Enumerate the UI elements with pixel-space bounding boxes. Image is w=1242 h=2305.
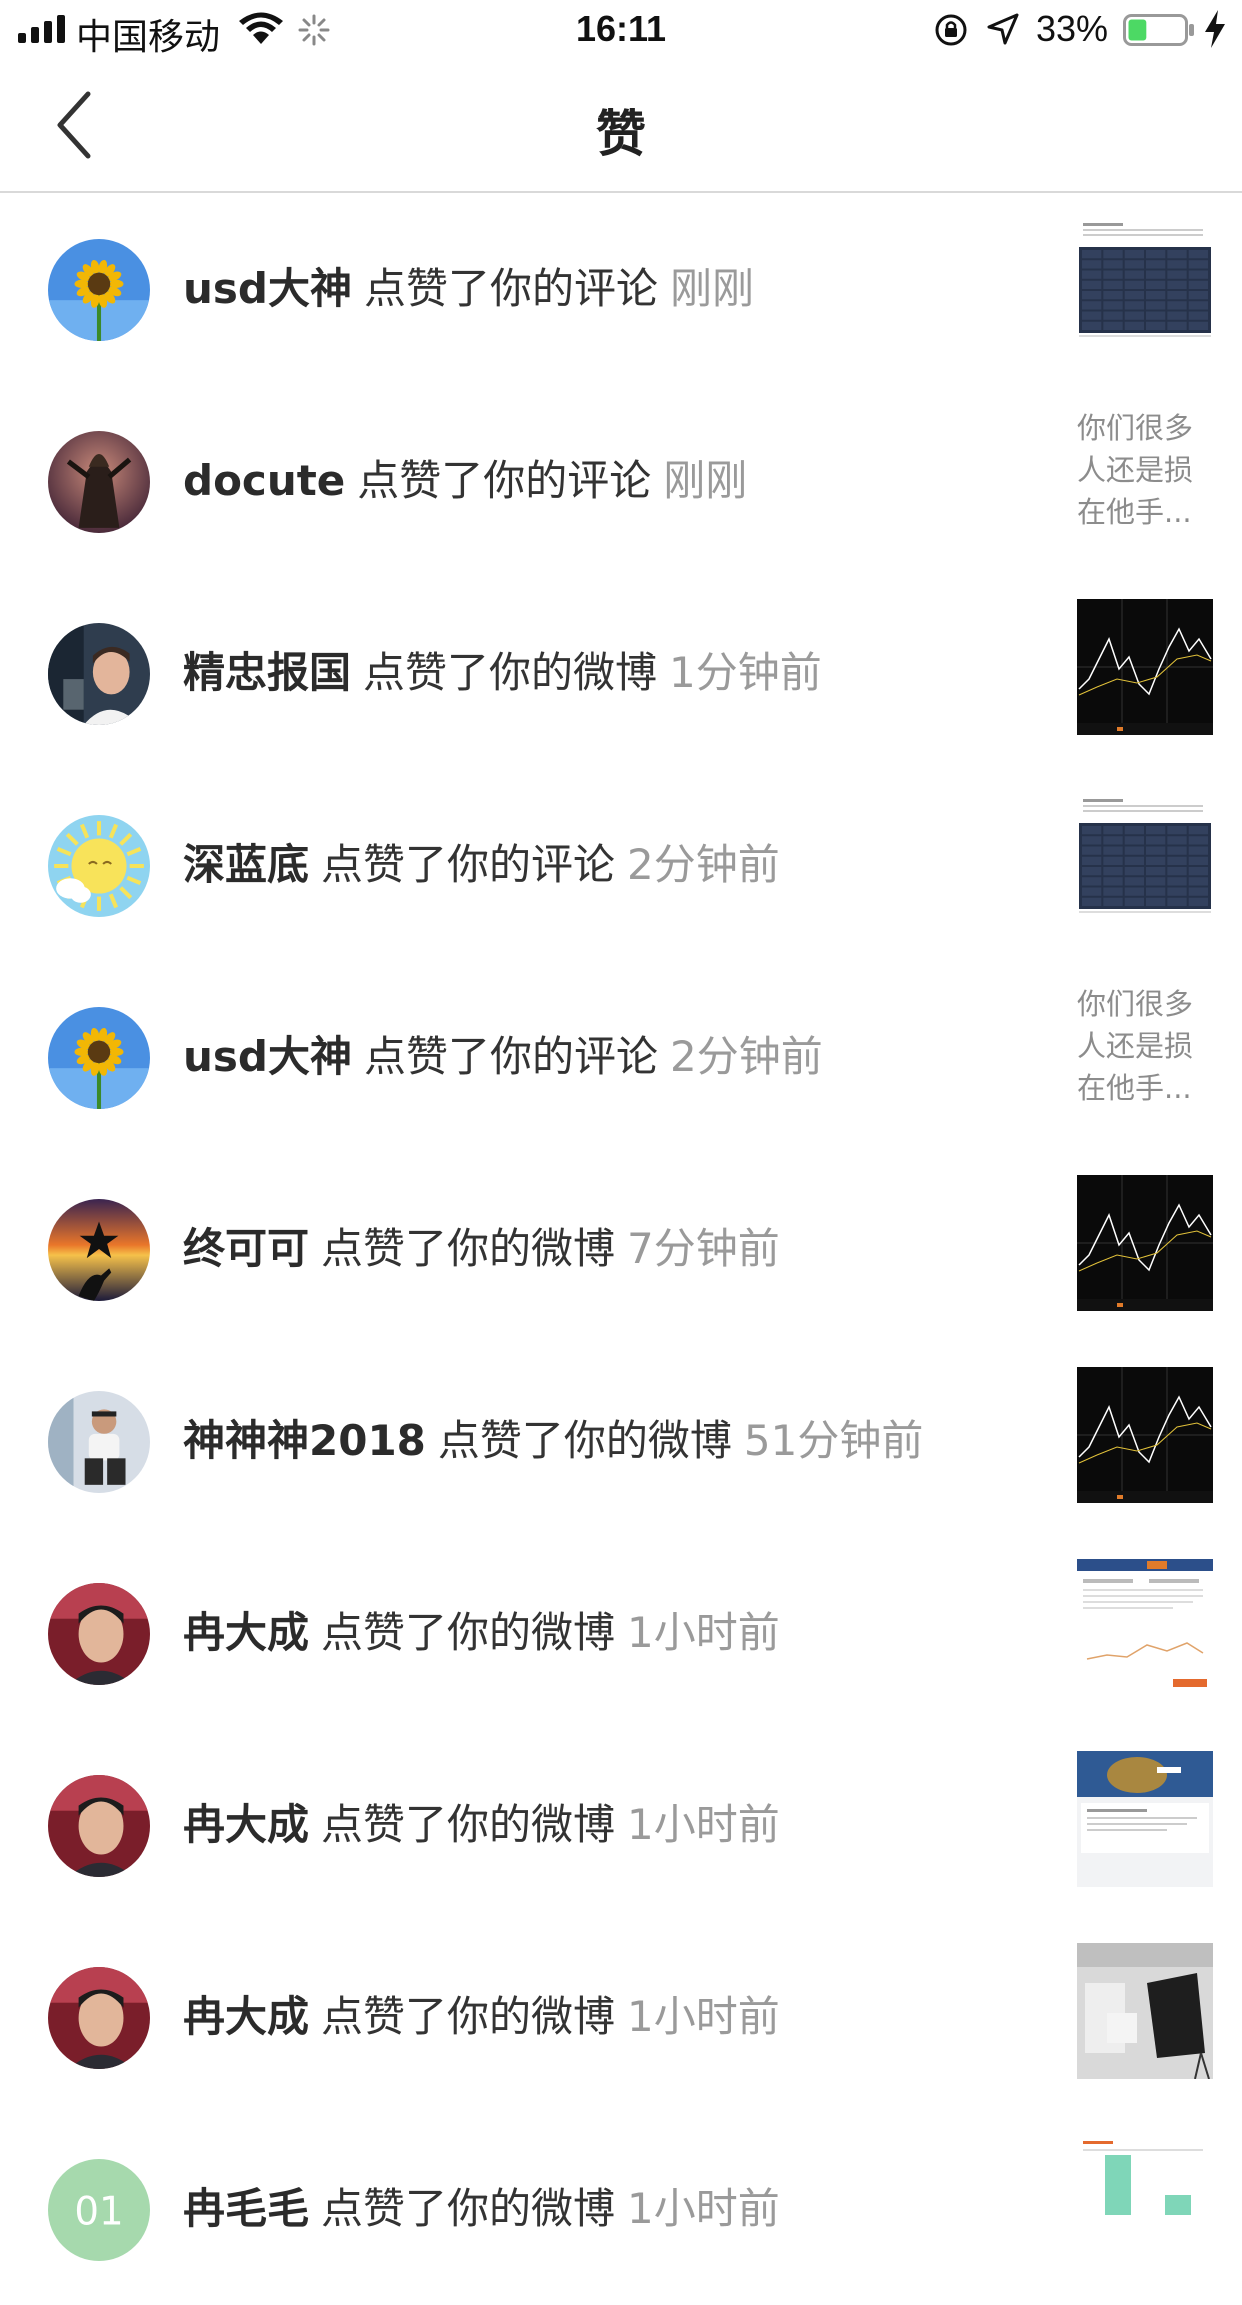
avatar[interactable] <box>48 1007 150 1109</box>
user-name[interactable]: 冉大成 <box>183 1800 309 1849</box>
battery-percentage: 33% <box>1036 8 1109 49</box>
page-title: 赞 <box>596 105 646 163</box>
avatar[interactable] <box>48 1199 150 1301</box>
timestamp: 2分钟前 <box>627 840 780 889</box>
timestamp: 1小时前 <box>627 1992 780 2041</box>
charging-bolt-icon <box>1205 10 1225 48</box>
notification-row[interactable]: 神神神2018 点赞了你的微博 51分钟前 <box>0 1345 1242 1537</box>
post-thumbnail[interactable] <box>1077 2135 1213 2271</box>
timestamp: 1小时前 <box>627 1800 780 1849</box>
user-name[interactable]: 冉大成 <box>183 1608 309 1657</box>
notification-row[interactable]: 冉大成 点赞了你的微博 1小时前 <box>0 1921 1242 2113</box>
timestamp: 2分钟前 <box>669 1032 823 1081</box>
notification-text: 深蓝底 点赞了你的评论 2分钟前 <box>183 837 780 893</box>
action-text: 点赞了你的评论 <box>357 456 652 505</box>
notification-row[interactable]: 冉大成 点赞了你的微博 1小时前 <box>0 1537 1242 1729</box>
avatar[interactable]: 01 <box>48 2159 150 2261</box>
notification-row[interactable]: 终可可 点赞了你的微博 7分钟前 <box>0 1153 1242 1345</box>
notification-row[interactable]: 01 冉毛毛 点赞了你的微博 1小时前 <box>0 2113 1242 2305</box>
notification-text: 冉大成 点赞了你的微博 1小时前 <box>183 1605 780 1661</box>
post-thumbnail[interactable] <box>1077 1943 1213 2079</box>
post-thumbnail[interactable] <box>1077 1175 1213 1311</box>
notification-text: 终可可 点赞了你的微博 7分钟前 <box>183 1221 780 1277</box>
avatar[interactable] <box>48 815 150 917</box>
timestamp: 1小时前 <box>627 2184 780 2233</box>
timestamp: 刚刚 <box>663 456 748 505</box>
action-text: 点赞了你的微博 <box>321 1608 616 1657</box>
notification-text: docute 点赞了你的评论 刚刚 <box>183 453 747 509</box>
action-text: 点赞了你的微博 <box>363 648 658 697</box>
avatar[interactable] <box>48 431 150 533</box>
timestamp: 1分钟前 <box>669 648 822 697</box>
action-text: 点赞了你的评论 <box>321 840 616 889</box>
notification-row[interactable]: 冉大成 点赞了你的微博 1小时前 <box>0 1729 1242 1921</box>
action-text: 点赞了你的微博 <box>437 1416 732 1465</box>
user-name[interactable]: usd大神 <box>183 1032 352 1081</box>
avatar[interactable] <box>48 623 150 725</box>
post-thumbnail[interactable] <box>1077 791 1213 927</box>
user-name[interactable]: 神神神2018 <box>183 1416 426 1465</box>
comment-preview[interactable]: 你们很多人还是损在他手... <box>1077 407 1217 533</box>
avatar[interactable] <box>48 1583 150 1685</box>
user-name[interactable]: 冉毛毛 <box>183 2184 309 2233</box>
notification-text: 神神神2018 点赞了你的微博 51分钟前 <box>183 1413 923 1469</box>
post-thumbnail[interactable] <box>1077 1751 1213 1887</box>
comment-preview[interactable]: 你们很多人还是损在他手... <box>1077 983 1217 1109</box>
notification-text: 冉大成 点赞了你的微博 1小时前 <box>183 1797 780 1853</box>
notification-text: usd大神 点赞了你的评论 2分钟前 <box>183 1029 823 1085</box>
avatar-text: 01 <box>74 2189 123 2234</box>
notification-text: 冉大成 点赞了你的微博 1小时前 <box>183 1989 780 2045</box>
action-text: 点赞了你的评论 <box>363 1032 658 1081</box>
navigation-bar: 赞 <box>0 62 1242 193</box>
action-text: 点赞了你的评论 <box>363 264 658 313</box>
notification-text: 精忠报国 点赞了你的微博 1分钟前 <box>183 645 822 701</box>
rotation-lock-icon <box>935 14 967 46</box>
action-text: 点赞了你的微博 <box>321 2184 616 2233</box>
notification-text: 冉毛毛 点赞了你的微博 1小时前 <box>183 2181 780 2237</box>
timestamp: 刚刚 <box>669 264 754 313</box>
battery-icon <box>1123 14 1194 46</box>
user-name[interactable]: usd大神 <box>183 264 352 313</box>
avatar[interactable] <box>48 1967 150 2069</box>
user-name[interactable]: docute <box>183 456 345 505</box>
location-arrow-icon <box>987 13 1019 45</box>
notification-row[interactable]: usd大神 点赞了你的评论 2分钟前 你们很多人还是损在他手... <box>0 961 1242 1153</box>
notification-row[interactable]: 精忠报国 点赞了你的微博 1分钟前 <box>0 577 1242 769</box>
user-name[interactable]: 深蓝底 <box>183 840 309 889</box>
post-thumbnail[interactable] <box>1077 599 1213 735</box>
action-text: 点赞了你的微博 <box>321 1800 616 1849</box>
timestamp: 1小时前 <box>627 1608 780 1657</box>
notification-text: usd大神 点赞了你的评论 刚刚 <box>183 261 754 317</box>
timestamp: 7分钟前 <box>627 1224 780 1273</box>
status-bar: 中国移动 16:11 33% <box>0 0 1242 62</box>
post-thumbnail[interactable] <box>1077 215 1213 351</box>
timestamp: 51分钟前 <box>743 1416 924 1465</box>
avatar[interactable] <box>48 1391 150 1493</box>
user-name[interactable]: 冉大成 <box>183 1992 309 2041</box>
avatar[interactable] <box>48 239 150 341</box>
user-name[interactable]: 精忠报国 <box>183 648 351 697</box>
post-thumbnail[interactable] <box>1077 1367 1213 1503</box>
avatar[interactable] <box>48 1775 150 1877</box>
post-thumbnail[interactable] <box>1077 1559 1213 1695</box>
user-name[interactable]: 终可可 <box>183 1224 309 1273</box>
action-text: 点赞了你的微博 <box>321 1992 616 2041</box>
notification-row[interactable]: 深蓝底 点赞了你的评论 2分钟前 <box>0 769 1242 961</box>
action-text: 点赞了你的微博 <box>321 1224 616 1273</box>
notification-row[interactable]: docute 点赞了你的评论 刚刚 你们很多人还是损在他手... <box>0 385 1242 577</box>
notification-row[interactable]: usd大神 点赞了你的评论 刚刚 <box>0 193 1242 385</box>
